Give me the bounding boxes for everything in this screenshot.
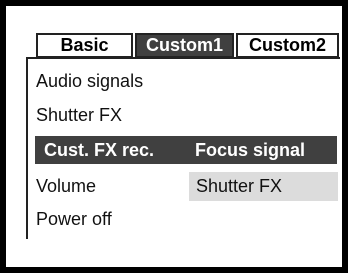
tab-basic[interactable]: Basic [36,33,133,58]
menu-item-label: Cust. FX rec. [44,140,155,160]
tab-custom2[interactable]: Custom2 [236,33,339,58]
tab-custom1[interactable]: Custom1 [135,33,234,58]
menu-item-volume[interactable]: Volume [36,174,96,198]
camera-menu-screen: Basic Custom1 Custom2 Audio signals Shut… [0,0,348,273]
menu-item-current-value: Focus signal [195,140,306,160]
option-choice-label: Shutter FX [196,176,283,196]
menu-item-audio-signals[interactable]: Audio signals [36,69,143,93]
menu-item-shutter-fx[interactable]: Shutter FX [36,103,122,127]
menu-item-cust-fx-rec[interactable]: Cust. FX rec. Focus signal [35,136,337,164]
menu-item-power-off[interactable]: Power off [36,207,112,231]
panel-left-border [26,57,28,239]
option-choice-shutter-fx[interactable]: Shutter FX [189,172,338,201]
panel-top-border [26,57,340,59]
